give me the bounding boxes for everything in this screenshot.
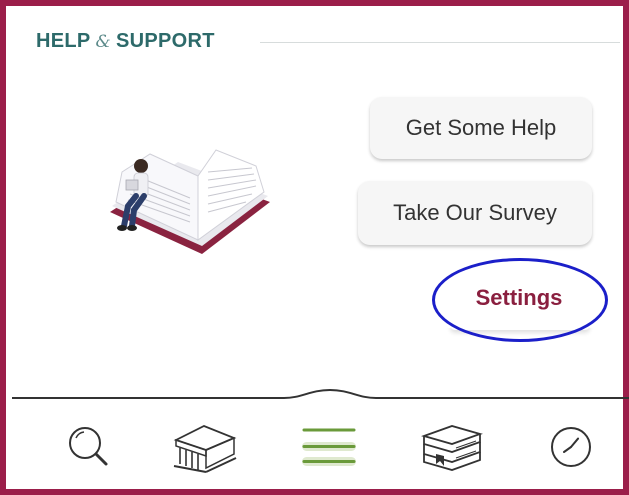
section-title-part1: HELP — [36, 30, 91, 52]
ampersand: & — [95, 32, 111, 52]
nav-books[interactable] — [416, 414, 486, 484]
nav-library[interactable] — [170, 414, 240, 484]
reading-illustration — [106, 146, 286, 266]
section-header: HELP & SUPPORT — [36, 28, 620, 64]
menu-icon — [300, 424, 358, 474]
take-survey-button[interactable]: Take Our Survey — [358, 181, 592, 245]
nav-history[interactable] — [536, 414, 606, 484]
header-rule — [260, 42, 620, 43]
app-frame: HELP & SUPPORT Get Some Help Take Our Su… — [0, 0, 629, 495]
section-title-part2: SUPPORT — [115, 30, 215, 52]
library-icon — [170, 420, 240, 478]
section-title: HELP & SUPPORT — [36, 30, 215, 53]
clock-icon — [548, 424, 594, 474]
search-icon — [66, 424, 112, 474]
get-help-button[interactable]: Get Some Help — [370, 97, 592, 159]
nav-menu[interactable] — [294, 414, 364, 484]
nav-search[interactable] — [54, 414, 124, 484]
bottom-nav — [12, 402, 629, 495]
books-icon — [416, 422, 486, 476]
settings-button[interactable]: Settings — [437, 268, 601, 328]
